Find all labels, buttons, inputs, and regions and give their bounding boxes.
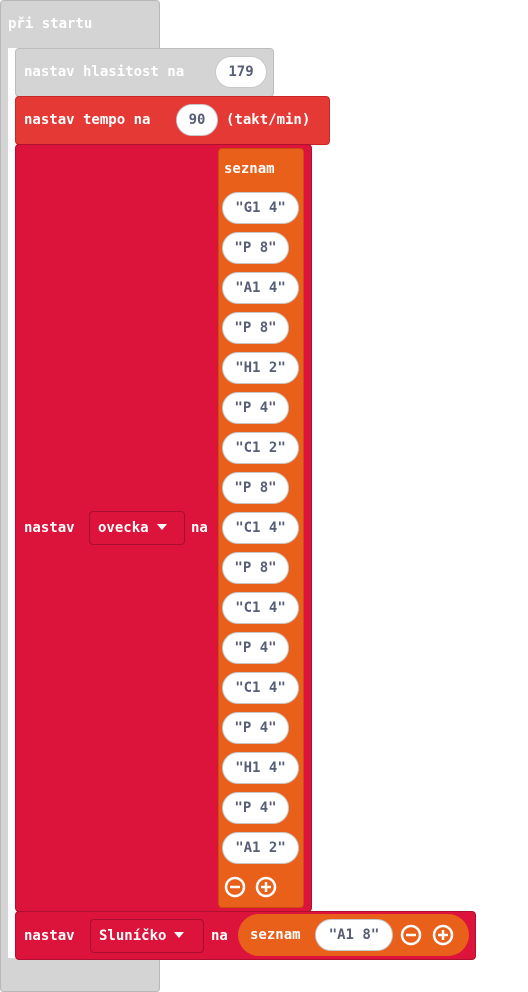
set-slunicko-to-label: na bbox=[211, 928, 228, 944]
ovecka-list-item[interactable]: "A1 2" bbox=[222, 832, 299, 864]
ovecka-list-item[interactable]: "H1 2" bbox=[222, 352, 299, 384]
ovecka-list-item[interactable]: "P 8" bbox=[222, 312, 289, 344]
ovecka-list-item[interactable]: "P 4" bbox=[222, 392, 289, 424]
ovecka-list-label: seznam bbox=[224, 161, 275, 177]
slunicko-list-label: seznam bbox=[250, 927, 301, 943]
caret-down-icon bbox=[156, 523, 167, 530]
ovecka-list-item[interactable]: "A1 4" bbox=[222, 272, 299, 304]
ovecka-list-item[interactable]: "C1 4" bbox=[222, 672, 299, 704]
ovecka-list-item[interactable]: "P 8" bbox=[222, 472, 289, 504]
volume-value-field[interactable]: 179 bbox=[215, 56, 267, 88]
slunicko-list-block[interactable]: seznam "A1 8" bbox=[238, 914, 469, 956]
slunicko-variable-dropdown[interactable]: Sluníčko bbox=[90, 919, 204, 953]
ovecka-list-item[interactable]: "C1 4" bbox=[222, 512, 299, 544]
tempo-value-field[interactable]: 90 bbox=[176, 104, 218, 136]
caret-down-icon bbox=[174, 931, 185, 938]
set-ovecka-to-label: na bbox=[191, 520, 208, 536]
minus-circle-icon[interactable] bbox=[400, 924, 422, 946]
ovecka-list-item[interactable]: "G1 4" bbox=[222, 192, 299, 224]
tempo-unit-label: (takt/min) bbox=[226, 112, 311, 128]
ovecka-variable-dropdown[interactable]: ovecka bbox=[89, 511, 185, 545]
ovecka-variable-name: ovecka bbox=[98, 520, 149, 536]
slunicko-variable-name: Sluníčko bbox=[99, 928, 167, 944]
ovecka-list-item[interactable]: "P 4" bbox=[222, 792, 289, 824]
set-volume-block[interactable]: nastav hlasitost na 179 bbox=[15, 48, 274, 97]
ovecka-list-item[interactable]: "P 8" bbox=[222, 232, 289, 264]
ovecka-list-item[interactable]: "P 8" bbox=[222, 552, 289, 584]
plus-circle-icon[interactable] bbox=[255, 876, 277, 898]
plus-circle-icon[interactable] bbox=[432, 924, 454, 946]
minus-circle-icon[interactable] bbox=[224, 876, 246, 898]
set-ovecka-label: nastav bbox=[24, 520, 75, 536]
set-tempo-label: nastav tempo na bbox=[24, 112, 151, 128]
on-start-label: při startu bbox=[8, 16, 93, 32]
ovecka-list-item[interactable]: "P 4" bbox=[222, 712, 289, 744]
set-slunicko-label: nastav bbox=[24, 928, 75, 944]
set-volume-label: nastav hlasitost na bbox=[24, 64, 185, 80]
on-start-block-footer bbox=[0, 958, 160, 992]
ovecka-list-item[interactable]: "H1 4" bbox=[222, 752, 299, 784]
ovecka-list-item[interactable]: "P 4" bbox=[222, 632, 289, 664]
ovecka-list-block[interactable]: seznam "G1 4" "P 8" "A1 4" "P 8" "H1 2" "P 4"… bbox=[218, 148, 304, 908]
ovecka-list-item[interactable]: "C1 2" bbox=[222, 432, 299, 464]
set-tempo-block[interactable]: nastav tempo na 90 (takt/min) bbox=[15, 96, 330, 145]
ovecka-list-item[interactable]: "C1 4" bbox=[222, 592, 299, 624]
slunicko-list-item[interactable]: "A1 8" bbox=[315, 919, 393, 951]
